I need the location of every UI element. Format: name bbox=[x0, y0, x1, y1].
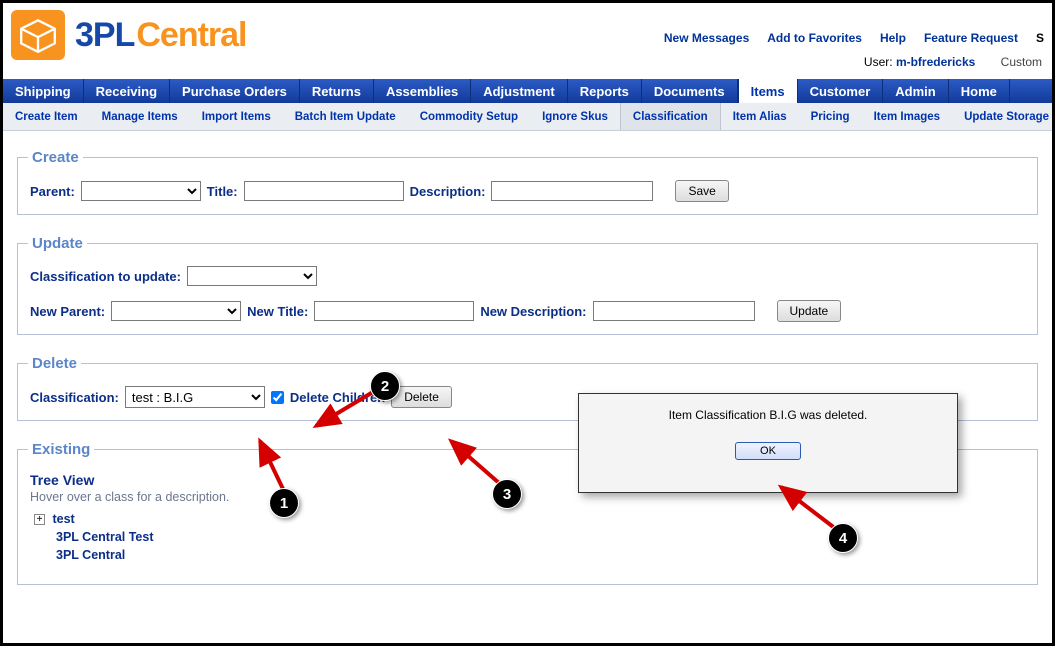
link-add-favorites[interactable]: Add to Favorites bbox=[767, 31, 862, 45]
nav-adjustment[interactable]: Adjustment bbox=[471, 79, 568, 103]
customer-trail: Custom bbox=[1001, 55, 1042, 69]
subnav-batch-item-update[interactable]: Batch Item Update bbox=[283, 103, 408, 131]
annotation-1: 1 bbox=[269, 488, 299, 518]
update-fieldset: Update Classification to update: New Par… bbox=[17, 235, 1038, 335]
nav-home[interactable]: Home bbox=[949, 79, 1010, 103]
update-button[interactable]: Update bbox=[777, 300, 842, 322]
tree-item-root[interactable]: + test bbox=[30, 510, 1025, 528]
create-title-input[interactable] bbox=[244, 181, 404, 201]
confirmation-dialog: Item Classification B.I.G was deleted. O… bbox=[578, 393, 958, 493]
nav-documents[interactable]: Documents bbox=[642, 79, 738, 103]
subnav-manage-items[interactable]: Manage Items bbox=[90, 103, 190, 131]
delete-button[interactable]: Delete bbox=[391, 386, 452, 408]
nav-receiving[interactable]: Receiving bbox=[84, 79, 170, 103]
sub-nav: Create Item Manage Items Import Items Ba… bbox=[3, 103, 1052, 131]
subnav-item-alias[interactable]: Item Alias bbox=[721, 103, 799, 131]
tree-expand-icon[interactable]: + bbox=[34, 514, 45, 525]
update-class-select[interactable] bbox=[187, 266, 317, 286]
subnav-update-storage[interactable]: Update Storage Ra bbox=[952, 103, 1052, 131]
nav-assemblies[interactable]: Assemblies bbox=[374, 79, 471, 103]
update-legend: Update bbox=[28, 235, 87, 252]
nav-returns[interactable]: Returns bbox=[300, 79, 374, 103]
subnav-import-items[interactable]: Import Items bbox=[190, 103, 283, 131]
nav-items[interactable]: Items bbox=[738, 79, 798, 103]
nav-reports[interactable]: Reports bbox=[568, 79, 642, 103]
user-value: m-bfredericks bbox=[896, 55, 975, 69]
nav-customer[interactable]: Customer bbox=[798, 79, 884, 103]
create-fieldset: Create Parent: Title: Description: Save bbox=[17, 149, 1038, 215]
annotation-2: 2 bbox=[370, 371, 400, 401]
nav-purchase-orders[interactable]: Purchase Orders bbox=[170, 79, 300, 103]
create-desc-label: Description: bbox=[410, 184, 486, 199]
dialog-message: Item Classification B.I.G was deleted. bbox=[579, 394, 957, 432]
existing-legend: Existing bbox=[28, 441, 94, 458]
subnav-item-images[interactable]: Item Images bbox=[862, 103, 952, 131]
dialog-ok-button[interactable]: OK bbox=[735, 442, 801, 460]
delete-class-select[interactable]: test : B.I.G bbox=[125, 386, 265, 408]
nav-shipping[interactable]: Shipping bbox=[3, 79, 84, 103]
tree-item-label: test bbox=[52, 512, 74, 526]
nav-admin[interactable]: Admin bbox=[883, 79, 948, 103]
annotation-arrow-2 bbox=[308, 388, 383, 438]
brand-logo-icon bbox=[11, 10, 65, 60]
create-parent-select[interactable] bbox=[81, 181, 201, 201]
annotation-arrow-1 bbox=[248, 431, 298, 496]
subnav-commodity-setup[interactable]: Commodity Setup bbox=[408, 103, 530, 131]
annotation-4: 4 bbox=[828, 523, 858, 553]
header: 3PL Central New Messages Add to Favorite… bbox=[3, 3, 1052, 61]
create-desc-input[interactable] bbox=[491, 181, 653, 201]
update-newparent-select[interactable] bbox=[111, 301, 241, 321]
subnav-create-item[interactable]: Create Item bbox=[3, 103, 90, 131]
delete-legend: Delete bbox=[28, 355, 81, 372]
subnav-classification[interactable]: Classification bbox=[620, 103, 721, 131]
update-newtitle-label: New Title: bbox=[247, 304, 308, 319]
update-newparent-label: New Parent: bbox=[30, 304, 105, 319]
tree-item[interactable]: 3PL Central Test bbox=[52, 528, 1025, 546]
subnav-pricing[interactable]: Pricing bbox=[799, 103, 862, 131]
main-nav: Shipping Receiving Purchase Orders Retur… bbox=[3, 79, 1052, 103]
link-help[interactable]: Help bbox=[880, 31, 906, 45]
tree-item[interactable]: 3PL Central bbox=[52, 546, 1025, 564]
update-newdesc-input[interactable] bbox=[593, 301, 755, 321]
delete-children-checkbox[interactable] bbox=[271, 391, 284, 404]
link-feature-request[interactable]: Feature Request bbox=[924, 31, 1018, 45]
create-title-label: Title: bbox=[207, 184, 238, 199]
create-parent-label: Parent: bbox=[30, 184, 75, 199]
top-links: New Messages Add to Favorites Help Featu… bbox=[664, 25, 1044, 45]
save-button[interactable]: Save bbox=[675, 180, 728, 202]
link-new-messages[interactable]: New Messages bbox=[664, 31, 749, 45]
user-row: User: m-bfredericks Custom bbox=[864, 55, 1042, 69]
brand-text-1: 3PL bbox=[75, 16, 134, 55]
user-label: User: bbox=[864, 55, 893, 69]
annotation-3: 3 bbox=[492, 479, 522, 509]
update-newdesc-label: New Description: bbox=[480, 304, 586, 319]
subnav-ignore-skus[interactable]: Ignore Skus bbox=[530, 103, 620, 131]
brand-wordmark: 3PL Central bbox=[75, 16, 247, 55]
toplink-trail: S bbox=[1036, 31, 1044, 45]
update-newtitle-input[interactable] bbox=[314, 301, 474, 321]
brand-text-2: Central bbox=[136, 16, 246, 55]
create-legend: Create bbox=[28, 149, 83, 166]
delete-class-label: Classification: bbox=[30, 390, 119, 405]
update-class-label: Classification to update: bbox=[30, 269, 181, 284]
